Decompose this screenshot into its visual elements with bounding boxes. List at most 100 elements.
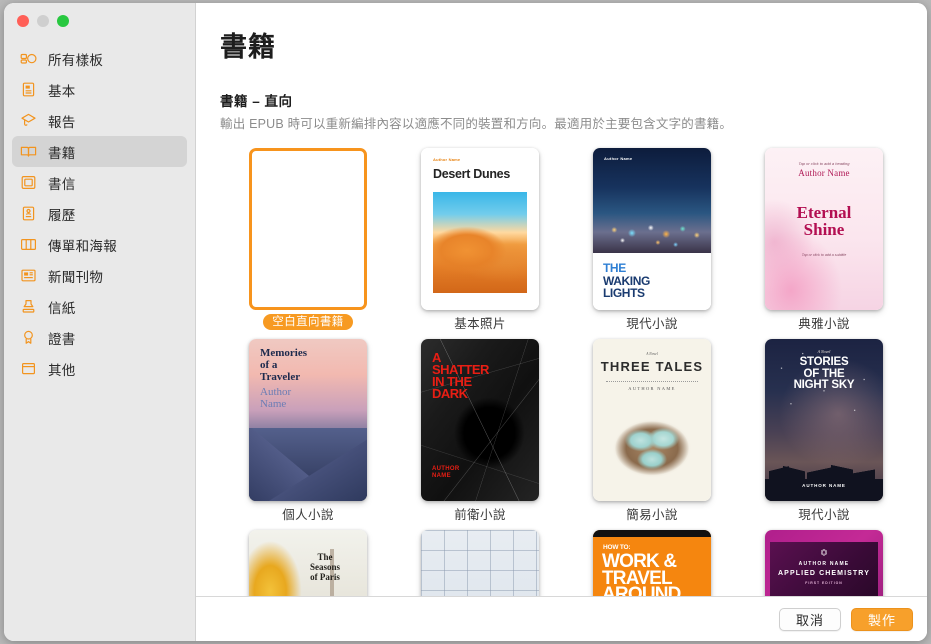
template-thumbnail <box>421 530 539 596</box>
misc-icon <box>20 360 37 377</box>
sidebar-item-certificate[interactable]: 證書 <box>12 322 187 353</box>
templates-chooser-window: 所有樣板 基本 報告 書籍 書信 履歷 傳單和海報 新聞刊物 信紙 證書 其他 … <box>4 3 927 641</box>
template-card-puzzle[interactable] <box>394 530 566 596</box>
all-templates-icon <box>20 50 37 67</box>
template-thumbnail <box>249 148 367 310</box>
cover-author: Author Name <box>260 386 361 411</box>
sidebar-item-report[interactable]: 報告 <box>12 105 187 136</box>
template-card-modern-novel-2[interactable]: A Novel STORIES OF THE NIGHT SKY AUTHOR … <box>738 339 910 524</box>
cover-title-line4: DARK <box>432 385 468 401</box>
template-label: 典雅小說 <box>798 317 850 331</box>
template-thumbnail: ⏣ AUTHOR NAME APPLIED CHEMISTRY FIRST ED… <box>765 530 883 596</box>
sidebar-item-books[interactable]: 書籍 <box>12 136 187 167</box>
template-thumbnail: HOW TO: WORK & TRAVEL AROUND <box>593 530 711 596</box>
template-card-seasons-of-paris[interactable]: The Seasons of Paris <box>222 530 394 596</box>
cover-title: THREE TALES <box>600 359 704 374</box>
cover-title-line2: Shine <box>803 220 845 240</box>
cover-title-line1: Memories <box>260 347 308 359</box>
sidebar-item-label: 書信 <box>48 176 76 192</box>
template-card-avantgarde-novel[interactable]: A SHATTER IN THE DARK AUTHOR NAME 前衛小說 <box>394 339 566 524</box>
cover-photo <box>593 148 711 254</box>
template-label: 簡易小說 <box>626 508 678 522</box>
template-thumbnail: A SHATTER IN THE DARK AUTHOR NAME <box>421 339 539 501</box>
cover-author: Author Name <box>604 156 633 161</box>
template-thumb-box: Author Name Desert Dunes <box>421 148 539 310</box>
sidebar-item-stationery[interactable]: 信紙 <box>12 291 187 322</box>
letter-icon <box>20 174 37 191</box>
cover-title: WORK & TRAVEL AROUND <box>602 552 705 596</box>
template-card-blank-portrait[interactable]: 空白直向書籍 <box>222 148 394 333</box>
cover-title-line3: of Paris <box>310 572 340 583</box>
template-card-modern-novel[interactable]: Author Name THE WAKING LIGHTS 現代小說 <box>566 148 738 333</box>
template-card-elegant-novel[interactable]: Tap or click to add a heading Author Nam… <box>738 148 910 333</box>
template-label: 個人小說 <box>282 508 334 522</box>
page-title: 書籍 <box>220 32 276 62</box>
cover-title: Desert Dunes <box>433 167 510 181</box>
cover-author-line2: NAME <box>432 472 451 479</box>
cover-author: AUTHOR NAME <box>628 386 676 391</box>
templates-scroll-area[interactable]: 書籍 書籍 – 直向 輸出 EPUB 時可以重新編排內容以適應不同的裝置和方向。… <box>196 3 927 596</box>
resume-icon <box>20 205 37 222</box>
sidebar-item-label: 證書 <box>48 331 76 347</box>
template-thumb-box: HOW TO: WORK & TRAVEL AROUND <box>593 530 711 596</box>
sidebar-item-all-templates[interactable]: 所有樣板 <box>12 43 187 74</box>
zoom-button[interactable] <box>57 15 69 27</box>
template-thumb-box: A SHATTER IN THE DARK AUTHOR NAME <box>421 339 539 501</box>
template-thumb-box: The Seasons of Paris <box>249 530 367 596</box>
cover-title-line1: STORIES <box>799 356 849 368</box>
template-thumb-box: Author Name THE WAKING LIGHTS <box>593 148 711 310</box>
cover-title: Eternal Shine <box>765 204 883 239</box>
template-card-basic-photo[interactable]: Author Name Desert Dunes 基本照片 <box>394 148 566 333</box>
sidebar-item-newsletter[interactable]: 新聞刊物 <box>12 260 187 291</box>
cover-title-line1: The <box>317 552 333 562</box>
flyers-posters-icon <box>20 236 37 253</box>
cover-author: Author Name <box>798 168 850 178</box>
template-thumbnail: Memories of a Traveler Author Name <box>249 339 367 501</box>
dialog-footer: 取消 製作 <box>196 596 927 641</box>
cover-photo <box>605 404 699 483</box>
template-card-simple-novel[interactable]: A Novel THREE TALES AUTHOR NAME 簡易小說 <box>566 339 738 524</box>
cover-title-line3: Traveler <box>260 370 301 383</box>
cover-author: AUTHOR NAME <box>432 466 531 479</box>
sidebar-item-label: 新聞刊物 <box>48 269 104 285</box>
template-label: 基本照片 <box>454 317 506 331</box>
sidebar-item-resume[interactable]: 履歷 <box>12 198 187 229</box>
sidebar-item-misc[interactable]: 其他 <box>12 353 187 384</box>
template-thumbnail: A Novel THREE TALES AUTHOR NAME <box>593 339 711 501</box>
sidebar-item-label: 所有樣板 <box>48 52 104 68</box>
cover-author-line2: Name <box>260 397 287 410</box>
sidebar-item-basic[interactable]: 基本 <box>12 74 187 105</box>
cover-kicker: A Novel <box>646 352 658 356</box>
cover-photo <box>249 428 367 501</box>
sidebar-item-letter[interactable]: 書信 <box>12 167 187 198</box>
minimize-button[interactable] <box>37 15 49 27</box>
cover-kicker: HOW TO: <box>603 544 631 551</box>
cover-author: AUTHOR NAME <box>798 561 850 567</box>
template-thumbnail: The Seasons of Paris <box>249 530 367 596</box>
cancel-button[interactable]: 取消 <box>779 607 841 631</box>
template-thumbnail: Tap or click to add a heading Author Nam… <box>765 148 883 310</box>
create-button[interactable]: 製作 <box>851 607 913 631</box>
template-thumb-box <box>249 148 367 310</box>
cover-title: THE WAKING LIGHTS <box>603 262 703 300</box>
template-thumb-box: ⏣ AUTHOR NAME APPLIED CHEMISTRY FIRST ED… <box>765 530 883 596</box>
template-card-applied-chemistry[interactable]: ⏣ AUTHOR NAME APPLIED CHEMISTRY FIRST ED… <box>738 530 910 596</box>
cover-title-line2: Seasons <box>309 562 340 573</box>
template-label: 現代小說 <box>798 508 850 522</box>
template-card-how-to[interactable]: HOW TO: WORK & TRAVEL AROUND <box>566 530 738 596</box>
cover-kicker: Tap or click to add a heading <box>798 161 850 166</box>
template-card-personal-novel[interactable]: Memories of a Traveler Author Name 個人小說 <box>222 339 394 524</box>
sidebar-item-label: 其他 <box>48 362 76 378</box>
close-button[interactable] <box>17 15 29 27</box>
cover-title: A SHATTER IN THE DARK <box>432 351 531 401</box>
sidebar-item-flyers-posters[interactable]: 傳單和海報 <box>12 229 187 260</box>
cover-title-line1: THE <box>603 261 626 276</box>
template-thumb-box: Tap or click to add a heading Author Nam… <box>765 148 883 310</box>
template-thumb-box: Memories of a Traveler Author Name <box>249 339 367 501</box>
cover-author: Author Name <box>433 157 461 162</box>
main-area: 書籍 書籍 – 直向 輸出 EPUB 時可以重新編排內容以適應不同的裝置和方向。… <box>196 3 927 641</box>
template-thumbnail: Author Name THE WAKING LIGHTS <box>593 148 711 310</box>
sidebar: 所有樣板 基本 報告 書籍 書信 履歷 傳單和海報 新聞刊物 信紙 證書 其他 <box>4 3 196 641</box>
cover-edition: FIRST EDITION <box>805 581 843 585</box>
